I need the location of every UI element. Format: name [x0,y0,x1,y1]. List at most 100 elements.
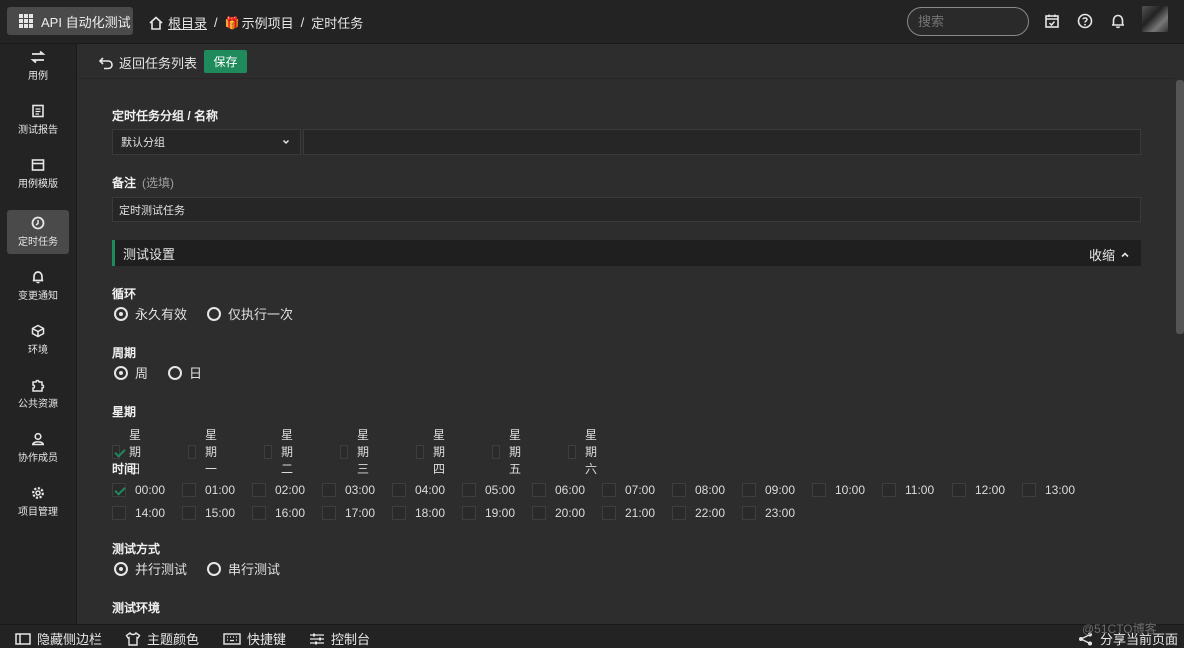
group-select[interactable]: 默认分组 [112,129,301,155]
checkbox-unchecked-icon [182,506,196,520]
time-option[interactable]: 11:00 [882,483,934,497]
collapse-button[interactable]: 收缩 [1089,245,1131,264]
weekday-option[interactable]: 星期三 [340,426,375,477]
notification-bell-icon[interactable] [1109,12,1127,30]
checkbox-unchecked-icon [672,483,686,497]
time-option[interactable]: 12:00 [952,483,1005,497]
loop-radio-group: 永久有效 仅执行一次 [114,304,313,323]
hide-sidebar-label: 隐藏侧边栏 [37,632,103,647]
mode-option-parallel[interactable]: 并行测试 [114,559,187,578]
time-option[interactable]: 03:00 [322,483,375,497]
weekday-option[interactable]: 星期六 [568,426,603,477]
console-button[interactable]: 控制台 [309,629,370,648]
template-icon [31,159,45,171]
time-option[interactable]: 05:00 [462,483,515,497]
time-option[interactable]: 00:00 [112,483,165,497]
radio-checked-icon [114,561,128,576]
weekday-option[interactable]: 星期一 [188,426,223,477]
bell-icon [32,271,44,284]
sidebar-item-change-notify[interactable]: 变更通知 [7,264,69,308]
radio-label: 并行测试 [135,562,188,577]
checkbox-unchecked-icon [532,483,546,497]
task-name-input[interactable] [303,129,1141,155]
weekday-option[interactable]: 星期五 [492,426,527,477]
chevron-up-icon [1121,251,1129,257]
time-option[interactable]: 19:00 [462,506,515,520]
sidebar-item-label: 用例模版 [18,179,58,190]
time-option[interactable]: 06:00 [532,483,585,497]
search-input[interactable] [907,7,1029,36]
time-option[interactable]: 18:00 [392,506,445,520]
time-option[interactable]: 14:00 [112,506,165,520]
breadcrumb-home[interactable]: 根目录 [148,13,207,32]
save-button[interactable]: 保存 [204,50,247,73]
theme-color-button[interactable]: 主题颜色 [125,629,199,648]
shortcuts-button[interactable]: 快捷键 [223,629,286,648]
sidebar-item-public-resources[interactable]: 公共资源 [7,372,69,416]
sidebar-item-templates[interactable]: 用例模版 [7,152,69,196]
test-env-label: 测试环境 [112,601,161,615]
calendar-check-icon[interactable] [1043,12,1061,30]
test-mode-radio-group: 并行测试 串行测试 [114,559,300,578]
sidebar-item-scheduled-tasks[interactable]: 定时任务 [7,210,69,254]
time-option[interactable]: 15:00 [182,506,235,520]
sidebar: 用例 测试报告 用例模版 定时任务 变更通知 环境 公共资源 协作成员 项目管理 [0,44,77,624]
time-option[interactable]: 09:00 [742,483,795,497]
checkbox-unchecked-icon [812,483,826,497]
time-option[interactable]: 20:00 [532,506,585,520]
time-option[interactable]: 17:00 [322,506,375,520]
help-icon[interactable] [1076,12,1094,30]
radio-label: 周 [135,366,149,381]
mode-option-serial[interactable]: 串行测试 [207,559,280,578]
back-to-task-list-button[interactable]: 返回任务列表 [98,53,197,72]
time-option[interactable]: 13:00 [1022,483,1075,497]
weekday-option[interactable]: 星期二 [264,426,299,477]
time-option[interactable]: 02:00 [252,483,305,497]
period-option-week[interactable]: 周 [114,363,148,382]
time-option[interactable]: 22:00 [672,506,725,520]
loop-option-forever[interactable]: 永久有效 [114,304,187,323]
time-option[interactable]: 23:00 [742,506,795,520]
time-option[interactable]: 21:00 [602,506,655,520]
cube-icon [31,324,45,338]
sidebar-item-label: 协作成员 [18,453,58,464]
checkbox-label: 00:00 [135,483,166,497]
remark-input[interactable]: 定时测试任务 [112,197,1141,222]
breadcrumb-current: 定时任务 [311,16,364,31]
vertical-scrollbar[interactable] [1176,80,1184,334]
checkbox-unchecked-icon [392,506,406,520]
gear-icon [32,487,44,499]
time-option[interactable]: 10:00 [812,483,865,497]
checkbox-label: 09:00 [765,483,796,497]
time-option[interactable]: 16:00 [252,506,305,520]
period-option-day[interactable]: 日 [168,363,202,382]
checkbox-label: 03:00 [345,483,376,497]
checkbox-unchecked-icon [568,444,576,459]
checkbox-unchecked-icon [742,483,756,497]
breadcrumb: 根目录 / 🎁 示例项目 / 定时任务 [148,13,363,32]
radio-label: 仅执行一次 [228,307,294,322]
sidebar-item-project-settings[interactable]: 项目管理 [7,480,69,524]
checkbox-unchecked-icon [112,506,126,520]
checkbox-unchecked-icon [462,483,476,497]
sidebar-item-cases[interactable]: 用例 [7,44,69,88]
home-icon [149,15,163,30]
sidebar-item-members[interactable]: 协作成员 [7,426,69,470]
main-content: 返回任务列表 保存 定时任务分组 / 名称 默认分组 备注 (选填) 定时测试任务… [78,44,1174,624]
loop-option-once[interactable]: 仅执行一次 [207,304,293,323]
weekday-option[interactable]: 星期四 [416,426,451,477]
time-option[interactable]: 07:00 [602,483,655,497]
checkbox-label: 21:00 [625,506,656,520]
time-option[interactable]: 08:00 [672,483,725,497]
breadcrumb-home-label: 根目录 [168,16,208,31]
time-option[interactable]: 04:00 [392,483,445,497]
app-menu-button[interactable]: API 自动化测试 [7,7,133,35]
sidebar-item-environment[interactable]: 环境 [7,318,69,362]
breadcrumb-project[interactable]: 示例项目 [242,13,294,32]
hide-sidebar-button[interactable]: 隐藏侧边栏 [15,629,102,648]
avatar[interactable] [1142,6,1168,32]
time-option[interactable]: 01:00 [182,483,235,497]
sidebar-item-reports[interactable]: 测试报告 [7,98,69,142]
top-bar: API 自动化测试 根目录 / 🎁 示例项目 / 定时任务 [0,0,1184,44]
checkbox-label: 14:00 [135,506,166,520]
